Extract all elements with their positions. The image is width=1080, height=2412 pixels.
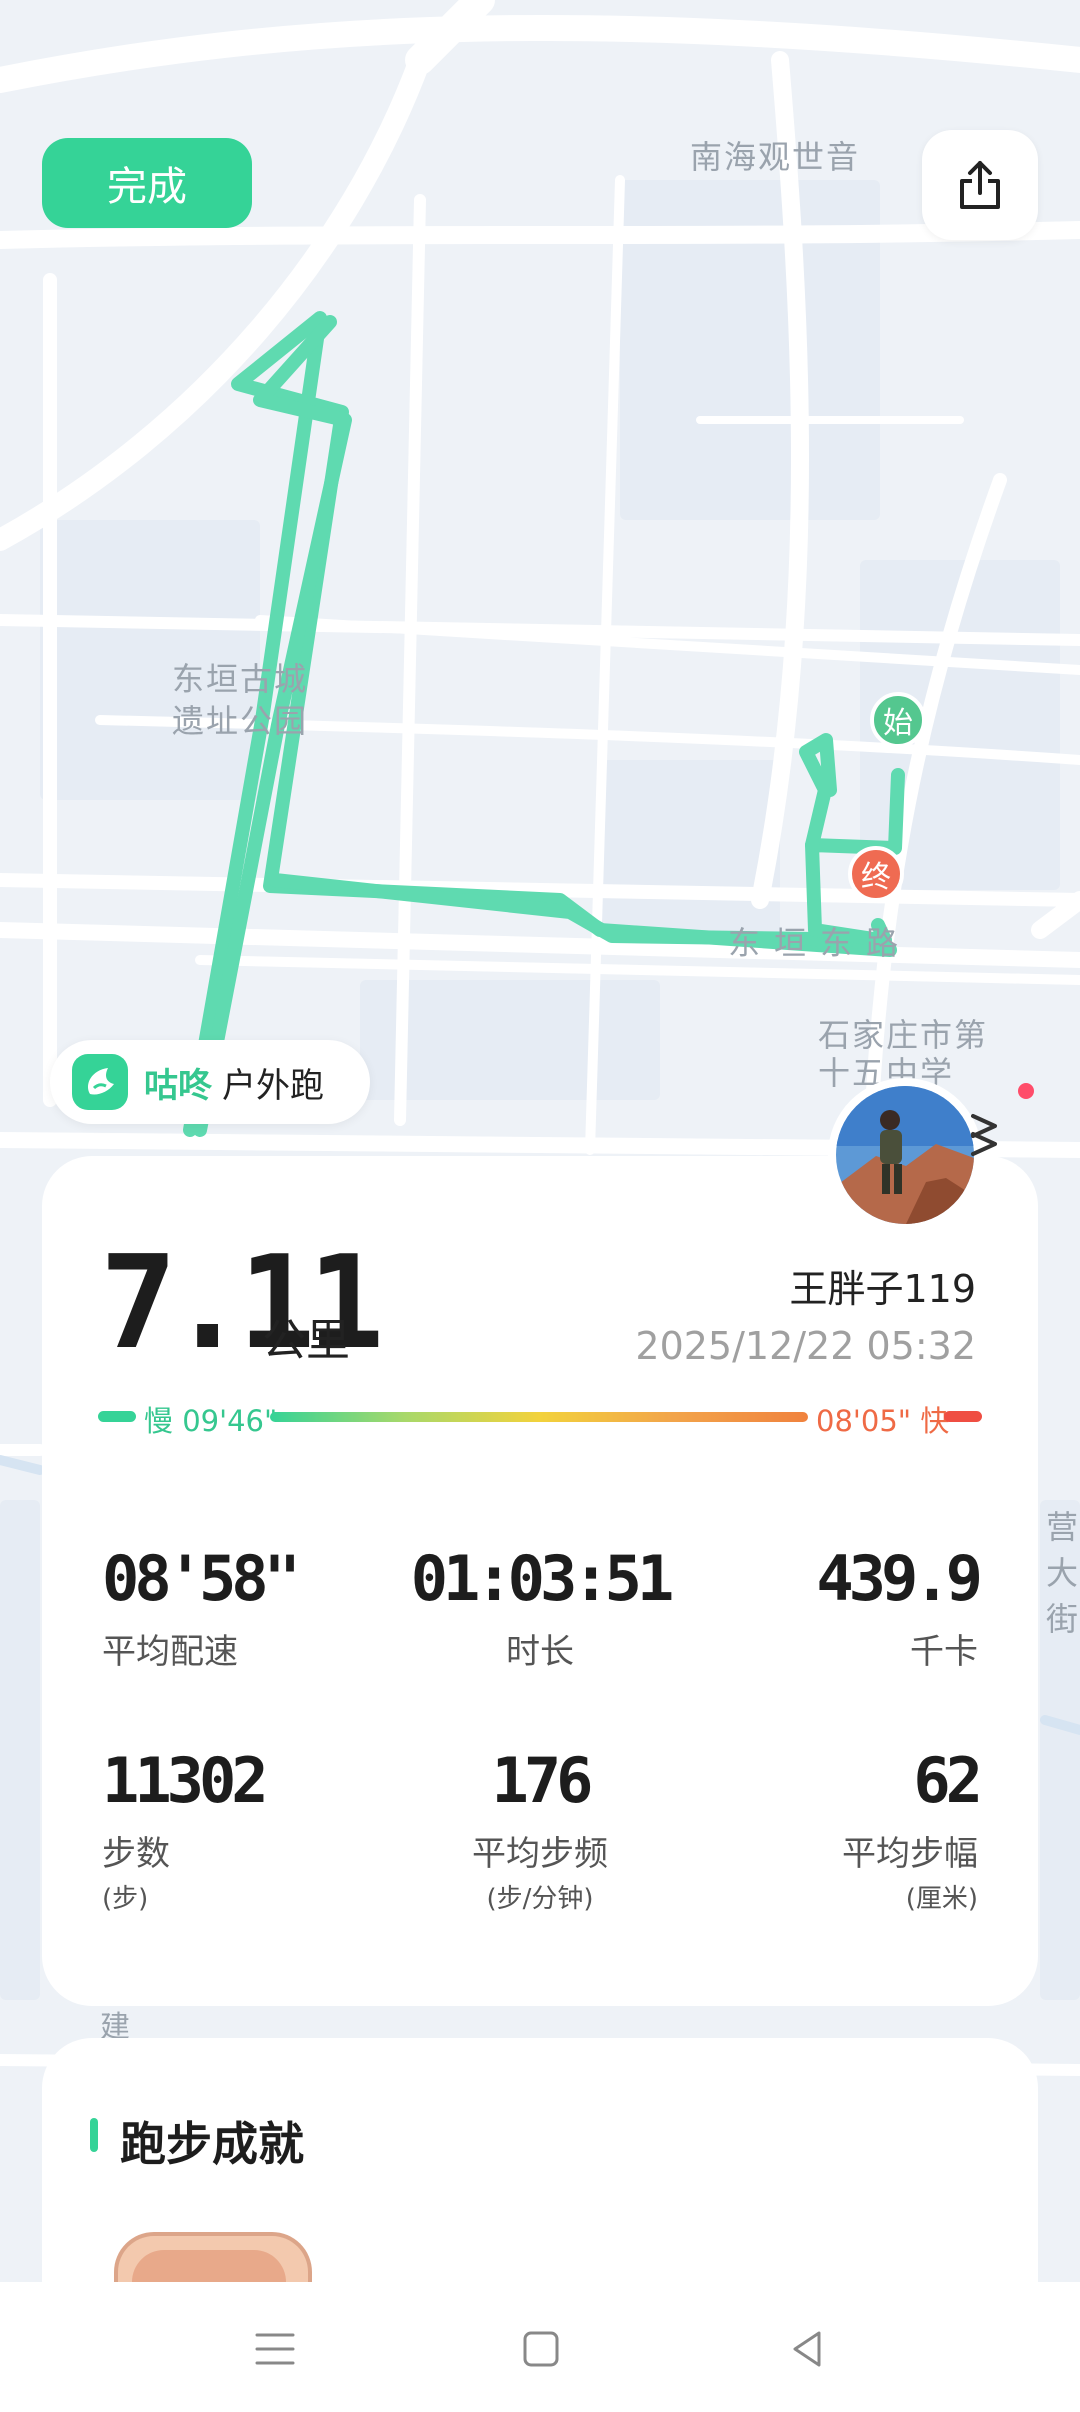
route-start-marker[interactable]: 始 bbox=[870, 692, 926, 748]
menu-icon[interactable] bbox=[240, 2314, 310, 2384]
home-icon[interactable] bbox=[506, 2314, 576, 2384]
brand-pill: 咕咚 户外跑 bbox=[50, 1040, 370, 1124]
map-label-side-2: 大 bbox=[1046, 1554, 1080, 1592]
map-label-road: 东垣东路 bbox=[728, 924, 913, 962]
avatar[interactable] bbox=[828, 1078, 982, 1232]
map-label-nanhai: 南海观世音 bbox=[690, 138, 861, 176]
pace-gradient bbox=[270, 1412, 808, 1422]
stride-value: 62 bbox=[913, 1744, 983, 1817]
run-datetime: 2025/12/22 05:32 bbox=[635, 1324, 976, 1368]
calories-value: 439.9 bbox=[816, 1542, 983, 1615]
back-icon[interactable] bbox=[772, 2314, 842, 2384]
map-label-side-1: 营 bbox=[1046, 1508, 1080, 1546]
cadence-unit: (步/分钟) bbox=[486, 1884, 594, 1914]
achievements-accent bbox=[90, 2118, 98, 2152]
duration-value: 01:03:51 bbox=[410, 1542, 675, 1615]
system-nav-bar bbox=[0, 2282, 1080, 2412]
username: 王胖子119 bbox=[789, 1267, 976, 1311]
map-label-school-line1: 石家庄市第 bbox=[818, 1016, 989, 1054]
achievements-title: 跑步成就 bbox=[120, 2117, 304, 2171]
pace-slow-marker bbox=[98, 1411, 136, 1422]
share-icon bbox=[960, 161, 1000, 209]
distance-unit: 公里 bbox=[262, 1315, 350, 1366]
steps-label: 步数 bbox=[102, 1834, 170, 1874]
done-button[interactable]: 完成 bbox=[42, 138, 252, 228]
stride-label: 平均步幅 bbox=[842, 1834, 978, 1874]
share-button[interactable] bbox=[922, 130, 1038, 240]
pace-range-bar: 慢 09'46" 08'05" 快 bbox=[98, 1396, 982, 1438]
avatar-chevron-icon[interactable] bbox=[965, 1100, 1015, 1170]
pace-fast-label: 08'05" 快 bbox=[816, 1404, 950, 1438]
notification-dot bbox=[1018, 1083, 1034, 1099]
cadence-label: 平均步频 bbox=[472, 1834, 608, 1874]
duration-label: 时长 bbox=[506, 1632, 574, 1672]
pace-fast-marker bbox=[944, 1411, 982, 1422]
avg-pace-label: 平均配速 bbox=[102, 1632, 238, 1672]
map-label-park-line1: 东垣古城 bbox=[172, 660, 309, 698]
codoon-logo-icon bbox=[72, 1054, 128, 1110]
stride-unit: (厘米) bbox=[905, 1884, 978, 1914]
steps-value: 11302 bbox=[102, 1744, 269, 1817]
steps-unit: (步) bbox=[102, 1884, 149, 1914]
map-label-park-line2: 遗址公园 bbox=[172, 702, 309, 740]
brand-name: 咕咚 bbox=[144, 1065, 212, 1106]
map-label-side-3: 街 bbox=[1046, 1600, 1080, 1638]
calories-label: 千卡 bbox=[910, 1632, 978, 1672]
route-end-marker[interactable]: 终 bbox=[848, 846, 904, 902]
activity-type: 户外跑 bbox=[222, 1065, 324, 1106]
avg-pace-value: 08'58" bbox=[102, 1542, 301, 1615]
cadence-value: 176 bbox=[491, 1744, 594, 1817]
pace-slow-label: 慢 09'46" bbox=[144, 1404, 278, 1438]
